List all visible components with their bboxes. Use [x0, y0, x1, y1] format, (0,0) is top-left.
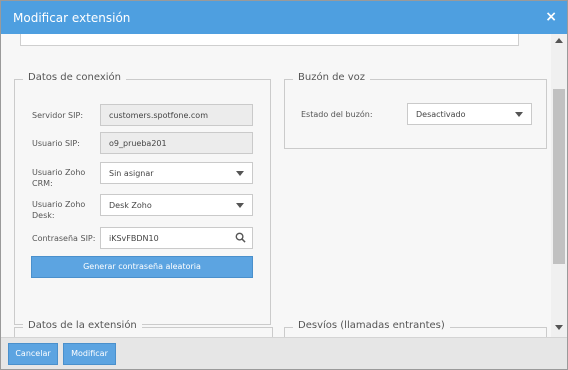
zoho-crm-user-label: Usuario Zoho CRM:: [32, 168, 86, 188]
zoho-desk-user-select[interactable]: Desk Zoho: [100, 194, 253, 216]
sip-server-label: Servidor SIP:: [32, 111, 84, 120]
forwarding-panel: Desvíos (llamadas entrantes): [284, 320, 547, 337]
vertical-scrollbar[interactable]: [551, 34, 567, 337]
dialog-body: Datos de conexión Servidor SIP: customer…: [1, 34, 567, 337]
close-icon[interactable]: ×: [545, 9, 557, 25]
modify-extension-dialog: Modificar extensión × Datos de conexión …: [0, 0, 568, 370]
scrollbar-thumb[interactable]: [553, 89, 565, 264]
cancel-button[interactable]: Cancelar: [8, 343, 58, 365]
sip-user-label: Usuario SIP:: [32, 139, 80, 148]
zoho-crm-user-value: Sin asignar: [109, 169, 154, 178]
connection-legend: Datos de conexión: [23, 72, 127, 83]
sip-user-field: o9_prueba201: [100, 132, 253, 154]
modify-button[interactable]: Modificar: [63, 343, 116, 365]
sip-password-value: iKSvFBDN10: [109, 234, 159, 243]
search-icon[interactable]: [235, 232, 246, 246]
dialog-footer: Cancelar Modificar: [1, 337, 567, 369]
voicemail-status-select[interactable]: Desactivado: [407, 103, 532, 125]
zoho-desk-user-value: Desk Zoho: [109, 201, 152, 210]
zoho-crm-user-select[interactable]: Sin asignar: [100, 162, 253, 184]
dialog-titlebar: Modificar extensión ×: [1, 1, 567, 34]
extension-panel: Datos de la extensión: [14, 320, 273, 337]
voicemail-status-label: Estado del buzón:: [301, 110, 373, 119]
sip-password-input[interactable]: iKSvFBDN10: [100, 227, 253, 249]
extension-legend: Datos de la extensión: [23, 320, 142, 331]
forwarding-legend: Desvíos (llamadas entrantes): [293, 320, 450, 331]
zoho-desk-user-label: Usuario Zoho Desk:: [32, 200, 86, 220]
sip-user-value: o9_prueba201: [109, 139, 167, 148]
sip-password-label: Contraseña SIP:: [32, 234, 96, 243]
sip-server-field: customers.spotfone.com: [100, 104, 253, 126]
voicemail-legend: Buzón de voz: [293, 72, 371, 83]
previous-section-box: [20, 34, 519, 46]
chevron-down-icon: [236, 203, 244, 208]
voicemail-status-value: Desactivado: [416, 110, 466, 119]
scroll-up-icon[interactable]: [555, 38, 563, 43]
chevron-down-icon: [236, 171, 244, 176]
generate-password-button[interactable]: Generar contraseña aleatoria: [31, 256, 253, 278]
dialog-title: Modificar extensión: [13, 11, 131, 25]
scroll-down-icon[interactable]: [555, 325, 563, 330]
chevron-down-icon: [515, 112, 523, 117]
sip-server-value: customers.spotfone.com: [109, 111, 208, 120]
